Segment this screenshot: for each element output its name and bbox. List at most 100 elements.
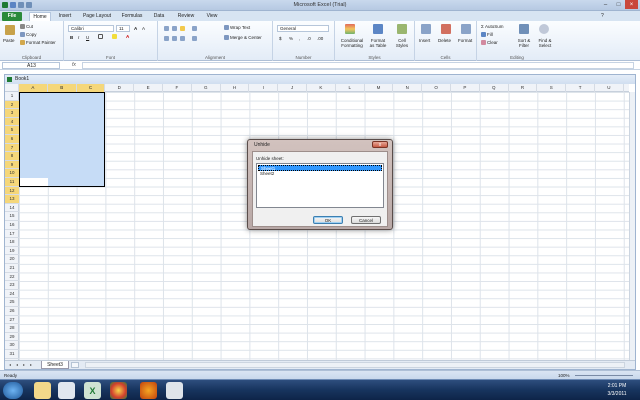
horizontal-scrollbar[interactable] [85, 362, 625, 368]
column-header[interactable]: N [393, 84, 423, 92]
firefox-icon[interactable] [140, 382, 157, 399]
prev-sheet-icon[interactable]: ◂ [14, 362, 20, 368]
font-size-select[interactable]: 11 [116, 25, 130, 32]
italic-icon[interactable]: I [78, 35, 79, 40]
column-header[interactable]: Q [480, 84, 509, 92]
vertical-scrollbar[interactable] [629, 92, 635, 360]
sheet-tab-sheet3[interactable]: Sheet3 [41, 361, 69, 369]
format-as-table-icon[interactable] [373, 24, 383, 34]
insert-button[interactable]: Insert [419, 38, 430, 43]
column-header[interactable]: B [47, 84, 77, 92]
ok-button[interactable]: OK [313, 216, 343, 224]
fill-button[interactable]: Fill [481, 32, 493, 38]
number-format-select[interactable]: General [277, 25, 329, 32]
merge-center-button[interactable]: Merge & Center [224, 35, 262, 41]
row-header[interactable]: 31 [5, 350, 19, 359]
tab-page-layout[interactable]: Page Layout [80, 12, 114, 21]
row-header[interactable]: 13 [5, 195, 19, 204]
format-painter-button[interactable]: Format Painter [20, 40, 56, 46]
row-header[interactable]: 19 [5, 247, 19, 256]
copy-button[interactable]: Copy [20, 32, 37, 38]
row-header[interactable]: 29 [5, 333, 19, 342]
selected-range[interactable] [19, 92, 105, 187]
name-box[interactable]: A13 [2, 62, 60, 69]
tab-file[interactable]: File [2, 12, 22, 21]
close-icon[interactable]: × [625, 0, 638, 9]
cut-button[interactable]: Cut [20, 24, 33, 30]
autosum-button[interactable]: Σ AutoSum [481, 24, 504, 29]
start-button-icon[interactable] [3, 382, 23, 399]
clock-date[interactable]: 3/3/2011 [603, 391, 631, 397]
column-header[interactable]: P [451, 84, 480, 92]
wrap-text-button[interactable]: Wrap Text [224, 25, 250, 31]
column-header[interactable]: M [365, 84, 394, 92]
chrome-icon[interactable] [110, 382, 127, 399]
format-cells-icon[interactable] [461, 24, 471, 34]
row-header[interactable]: 4 [5, 117, 19, 127]
minimize-icon[interactable]: – [599, 0, 612, 9]
row-header[interactable]: 2 [5, 100, 19, 110]
borders-icon[interactable] [98, 34, 104, 40]
row-header[interactable]: 25 [5, 298, 19, 307]
row-header[interactable]: 26 [5, 307, 19, 316]
tab-view[interactable]: View [202, 12, 222, 21]
sort-filter-icon[interactable] [519, 24, 529, 34]
select-all-corner[interactable] [5, 84, 19, 92]
column-header[interactable]: E [134, 84, 163, 92]
row-header[interactable]: 28 [5, 324, 19, 333]
column-header[interactable]: S [537, 84, 567, 92]
conditional-formatting-icon[interactable] [345, 24, 355, 34]
currency-icon[interactable]: $ [279, 36, 282, 41]
explorer-icon[interactable] [34, 382, 51, 399]
first-sheet-icon[interactable]: ◂ [7, 362, 13, 368]
maximize-icon[interactable]: □ [612, 0, 625, 9]
paste-icon[interactable] [5, 25, 15, 35]
column-header[interactable]: A [19, 84, 48, 92]
row-header[interactable]: 14 [5, 204, 19, 213]
excel-taskbar-icon[interactable]: X [84, 382, 101, 399]
align-center-icon[interactable] [172, 36, 178, 42]
row-header[interactable]: 24 [5, 290, 19, 299]
find-select-button[interactable]: Find & Select [535, 38, 555, 48]
column-header[interactable]: K [307, 84, 336, 92]
row-header[interactable]: 27 [5, 316, 19, 325]
align-middle-icon[interactable] [172, 26, 178, 32]
orientation-icon[interactable] [192, 26, 198, 32]
dialog-close-icon[interactable]: x [372, 141, 388, 148]
formula-input[interactable] [82, 62, 634, 69]
cell-styles-icon[interactable] [397, 24, 407, 34]
column-header[interactable]: G [192, 84, 221, 92]
cancel-button[interactable]: Cancel [351, 216, 381, 224]
row-header[interactable]: 18 [5, 238, 19, 247]
grow-font-icon[interactable]: A [134, 26, 137, 31]
format-as-table-button[interactable]: Format as Table [369, 38, 387, 48]
row-header[interactable]: 8 [5, 152, 19, 161]
list-item-sheet2[interactable]: Sheet2 [258, 171, 382, 177]
row-header[interactable]: 17 [5, 230, 19, 239]
row-header[interactable]: 3 [5, 109, 19, 118]
conditional-formatting-button[interactable]: Conditional Formatting [338, 38, 366, 48]
row-header[interactable]: 22 [5, 273, 19, 282]
fx-icon[interactable]: fx [72, 62, 78, 69]
column-header[interactable]: T [566, 84, 595, 92]
tab-home[interactable]: Home [29, 12, 51, 21]
find-select-icon[interactable] [539, 24, 549, 34]
row-header[interactable]: 15 [5, 212, 19, 221]
align-top-icon[interactable] [164, 26, 170, 32]
column-header[interactable]: U [595, 84, 624, 92]
paste-button[interactable]: Paste [3, 38, 15, 43]
indent-icon[interactable] [192, 36, 198, 42]
column-header[interactable]: R [509, 84, 538, 92]
insert-sheet-icon[interactable] [71, 362, 79, 368]
decrease-decimal-icon[interactable]: .00 [317, 36, 323, 41]
sort-filter-button[interactable]: Sort & Filter [515, 38, 533, 48]
word-icon[interactable] [58, 382, 75, 399]
tab-review[interactable]: Review [174, 12, 198, 21]
align-right-icon[interactable] [180, 36, 186, 42]
sheet-list[interactable]: Sheet1 Sheet2 [256, 163, 384, 208]
tab-data[interactable]: Data [150, 12, 168, 21]
tab-formulas[interactable]: Formulas [118, 12, 146, 21]
row-header[interactable]: 21 [5, 264, 19, 273]
comma-icon[interactable]: , [299, 36, 300, 41]
cell-styles-button[interactable]: Cell Styles [393, 38, 411, 48]
